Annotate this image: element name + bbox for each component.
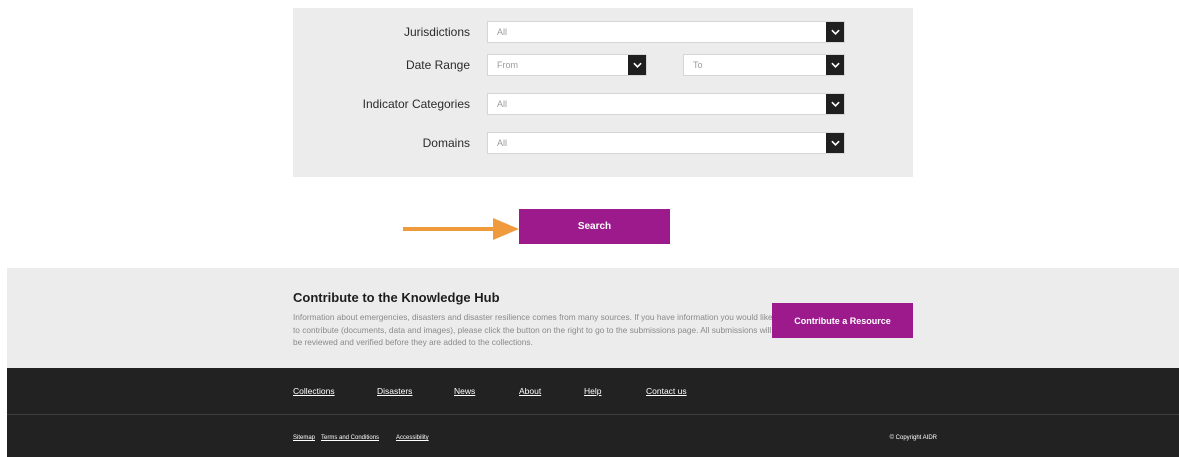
jurisdictions-select[interactable]: All: [487, 21, 845, 43]
footer-link-terms[interactable]: Terms and Conditions: [321, 435, 379, 441]
contribute-section: Contribute to the Knowledge Hub Informat…: [7, 268, 1179, 368]
footer-divider: [7, 414, 1179, 415]
footer-link-accessibility[interactable]: Accessibility: [396, 435, 429, 441]
contribute-description: Information about emergencies, disasters…: [293, 312, 773, 347]
chevron-down-icon[interactable]: [628, 55, 646, 75]
chevron-down-icon[interactable]: [826, 55, 844, 75]
chevron-down-icon[interactable]: [826, 22, 844, 42]
indicator-categories-value: All: [497, 99, 508, 109]
footer-link-contact-us[interactable]: Contact us: [646, 386, 687, 396]
footer-link-disasters[interactable]: Disasters: [377, 386, 412, 396]
footer-link-help[interactable]: Help: [584, 386, 601, 396]
domains-value: All: [497, 138, 508, 148]
date-from-value: From: [497, 60, 518, 70]
jurisdictions-select-value: All: [497, 27, 508, 37]
chevron-down-icon[interactable]: [826, 94, 844, 114]
copyright-text: © Copyright AIDR: [889, 435, 937, 441]
domains-row: Domains All: [293, 132, 913, 154]
footer-link-about[interactable]: About: [519, 386, 541, 396]
footer-link-news[interactable]: News: [454, 386, 475, 396]
contribute-title: Contribute to the Knowledge Hub: [293, 290, 500, 305]
chevron-down-icon[interactable]: [826, 133, 844, 153]
search-button[interactable]: Search: [519, 209, 670, 244]
indicator-categories-row: Indicator Categories All: [293, 93, 913, 115]
date-to-select[interactable]: To: [683, 54, 845, 76]
footer-link-sitemap[interactable]: Sitemap: [293, 435, 315, 441]
arrow-right-icon: [403, 218, 519, 240]
jurisdictions-label: Jurisdictions: [403, 25, 470, 39]
domains-select[interactable]: All: [487, 132, 845, 154]
footer-link-collections[interactable]: Collections: [293, 386, 335, 396]
indicator-categories-label: Indicator Categories: [362, 97, 470, 111]
contribute-resource-button[interactable]: Contribute a Resource: [772, 303, 913, 338]
domains-label: Domains: [422, 136, 470, 150]
jurisdictions-row: Jurisdictions All: [293, 21, 913, 43]
footer: Collections Disasters News About Help Co…: [7, 368, 1179, 457]
date-range-row: Date Range From To: [293, 54, 913, 76]
date-from-select[interactable]: From: [487, 54, 647, 76]
date-range-label: Date Range: [405, 58, 470, 72]
date-to-value: To: [693, 60, 703, 70]
indicator-categories-select[interactable]: All: [487, 93, 845, 115]
filter-panel: Jurisdictions All Date Range From To Ind…: [293, 8, 913, 177]
